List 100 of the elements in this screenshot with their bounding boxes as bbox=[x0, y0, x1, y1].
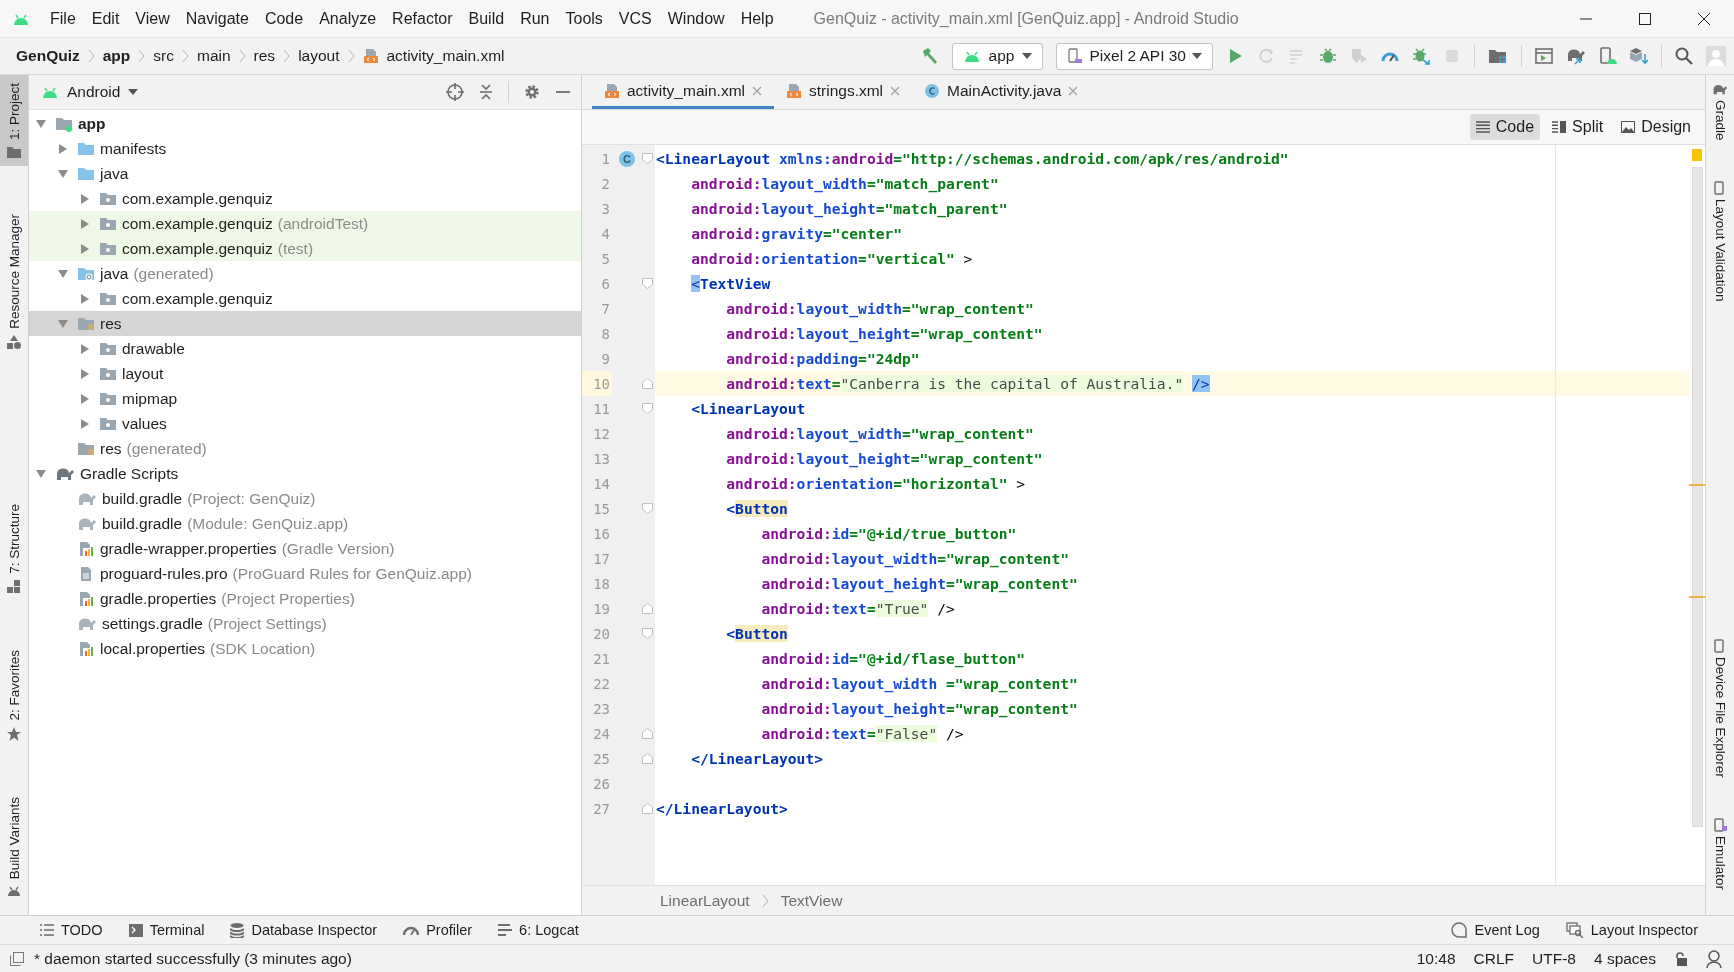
tree-item-label[interactable]: gradle.properties bbox=[100, 589, 217, 608]
fold-marker-icon[interactable] bbox=[642, 278, 653, 289]
view-mode-button[interactable]: Code bbox=[1469, 114, 1541, 140]
fold-marker-icon[interactable] bbox=[642, 403, 653, 414]
tree-item-label[interactable]: com.example.genquiz bbox=[122, 239, 273, 258]
bug-icon[interactable] bbox=[1319, 47, 1337, 65]
fold-end-icon[interactable] bbox=[642, 603, 653, 614]
collapsed-arrow-icon[interactable] bbox=[79, 342, 91, 355]
tool-window-tab[interactable]: Device File Explorer bbox=[1706, 631, 1734, 778]
tree-item-label[interactable]: values bbox=[122, 414, 167, 433]
tree-item-label[interactable]: build.gradle bbox=[102, 489, 183, 508]
menu-item[interactable]: Build bbox=[460, 9, 513, 28]
menu-item[interactable]: Tools bbox=[557, 9, 611, 28]
device-dropdown[interactable]: Pixel 2 API 30 bbox=[1056, 42, 1213, 70]
tree-item-label[interactable]: res bbox=[100, 314, 122, 333]
tool-window-tab[interactable]: 2: Favorites bbox=[0, 642, 28, 749]
class-badge[interactable]: C bbox=[619, 150, 635, 167]
breadcrumb-item[interactable]: GenQuiz bbox=[16, 47, 80, 65]
structure-breadcrumb[interactable]: TextView bbox=[780, 891, 843, 910]
tree-item-label[interactable]: gradle-wrapper.properties bbox=[100, 539, 277, 558]
caret-position[interactable]: 10:48 bbox=[1416, 949, 1456, 968]
highlight-marker[interactable] bbox=[1689, 484, 1705, 486]
view-mode-button[interactable]: Split bbox=[1546, 114, 1610, 140]
tool-window-button[interactable]: Layout Inspector bbox=[1565, 922, 1698, 938]
expanded-arrow-icon[interactable] bbox=[35, 467, 47, 480]
collapsed-arrow-icon[interactable] bbox=[79, 217, 91, 230]
elephant-sync-icon[interactable] bbox=[1566, 47, 1586, 65]
tool-window-tab[interactable]: 1: Project bbox=[0, 75, 28, 167]
run-configuration-dropdown[interactable]: app bbox=[951, 42, 1044, 70]
tool-window-button[interactable]: Terminal bbox=[128, 922, 205, 938]
tool-window-button[interactable]: 6: Logcat bbox=[498, 922, 579, 938]
tree-item-label[interactable]: drawable bbox=[122, 339, 185, 358]
expanded-arrow-icon[interactable] bbox=[57, 167, 69, 180]
tool-window-tab[interactable]: Gradle bbox=[1706, 75, 1734, 141]
menu-item[interactable]: Help bbox=[732, 9, 782, 28]
menu-item[interactable]: View bbox=[127, 9, 178, 28]
maximize-icon[interactable] bbox=[1639, 12, 1651, 25]
fold-end-icon[interactable] bbox=[642, 803, 653, 814]
highlight-marker[interactable] bbox=[1689, 596, 1705, 598]
menu-item[interactable]: Run bbox=[512, 9, 558, 28]
fold-marker-icon[interactable] bbox=[642, 628, 653, 639]
expanded-arrow-icon[interactable] bbox=[57, 317, 69, 330]
indent-setting[interactable]: 4 spaces bbox=[1593, 949, 1656, 968]
tool-window-tab[interactable]: Layout Validation bbox=[1706, 172, 1734, 302]
collapse-all-icon[interactable] bbox=[478, 83, 494, 101]
fold-end-icon[interactable] bbox=[642, 378, 653, 389]
editor-tab-label[interactable]: strings.xml bbox=[809, 81, 884, 100]
project-structure-icon[interactable] bbox=[1488, 47, 1508, 65]
lock-icon[interactable] bbox=[1674, 951, 1688, 966]
tree-item-label[interactable]: Gradle Scripts bbox=[80, 464, 179, 483]
tree-item-label[interactable]: com.example.genquiz bbox=[122, 289, 273, 308]
breadcrumb-item[interactable]: src bbox=[153, 47, 174, 65]
tree-item-label[interactable]: com.example.genquiz bbox=[122, 189, 273, 208]
editor-tab[interactable]: MainActivity.java bbox=[912, 75, 1091, 109]
fold-marker-icon[interactable] bbox=[642, 153, 653, 164]
tree-item-label[interactable]: mipmap bbox=[122, 389, 178, 408]
line-separator[interactable]: CRLF bbox=[1473, 949, 1515, 968]
editor-tab[interactable]: strings.xml bbox=[774, 75, 913, 109]
menu-item[interactable]: Code bbox=[256, 9, 312, 28]
editor-tab-label[interactable]: activity_main.xml bbox=[627, 81, 745, 100]
tree-item-label[interactable]: proguard-rules.pro bbox=[100, 564, 228, 583]
settings-icon[interactable] bbox=[523, 83, 541, 101]
breadcrumb-item[interactable]: main bbox=[196, 47, 231, 65]
close-icon[interactable] bbox=[1698, 12, 1710, 25]
collapsed-arrow-icon[interactable] bbox=[79, 417, 91, 430]
tree-item-label[interactable]: app bbox=[78, 114, 106, 133]
tree-item-label[interactable]: local.properties bbox=[100, 639, 206, 658]
tool-window-button[interactable]: Event Log bbox=[1451, 922, 1540, 938]
phone-android-icon[interactable] bbox=[1599, 47, 1617, 65]
collapsed-arrow-icon[interactable] bbox=[79, 292, 91, 305]
menu-item[interactable]: File bbox=[42, 9, 84, 28]
menu-item[interactable]: VCS bbox=[610, 9, 660, 28]
expanded-arrow-icon[interactable] bbox=[35, 117, 47, 130]
crosshair-icon[interactable] bbox=[446, 83, 464, 101]
person-icon[interactable] bbox=[1706, 949, 1722, 968]
scrollbar-thumb[interactable] bbox=[1692, 167, 1703, 827]
file-encoding[interactable]: UTF-8 bbox=[1532, 949, 1576, 968]
warning-marker[interactable] bbox=[1692, 149, 1702, 161]
collapsed-arrow-icon[interactable] bbox=[79, 392, 91, 405]
fold-end-icon[interactable] bbox=[642, 753, 653, 764]
collapsed-arrow-icon[interactable] bbox=[57, 142, 69, 155]
expanded-arrow-icon[interactable] bbox=[57, 267, 69, 280]
breadcrumb-item[interactable]: res bbox=[253, 47, 276, 65]
menu-item[interactable]: Analyze bbox=[311, 9, 385, 28]
attach-debugger-icon[interactable] bbox=[1412, 47, 1430, 65]
box-download-icon[interactable] bbox=[1630, 47, 1648, 65]
fold-marker-icon[interactable] bbox=[642, 503, 653, 514]
panel-toggle-icon[interactable] bbox=[10, 951, 24, 966]
breadcrumb-item[interactable]: activity_main.xml bbox=[386, 47, 505, 65]
tool-window-button[interactable]: Database Inspector bbox=[230, 922, 378, 938]
tree-item-label[interactable]: java bbox=[100, 264, 129, 283]
tree-item-label[interactable]: java bbox=[100, 164, 129, 183]
structure-breadcrumb[interactable]: LinearLayout bbox=[660, 891, 750, 910]
menu-item[interactable]: Navigate bbox=[177, 9, 257, 28]
breadcrumb-item[interactable]: layout bbox=[298, 47, 340, 65]
tree-item-label[interactable]: layout bbox=[122, 364, 164, 383]
tree-item-label[interactable]: manifests bbox=[100, 139, 167, 158]
tool-window-tab[interactable]: Resource Manager bbox=[0, 206, 28, 357]
tree-item-label[interactable]: res bbox=[100, 439, 122, 458]
collapsed-arrow-icon[interactable] bbox=[79, 367, 91, 380]
